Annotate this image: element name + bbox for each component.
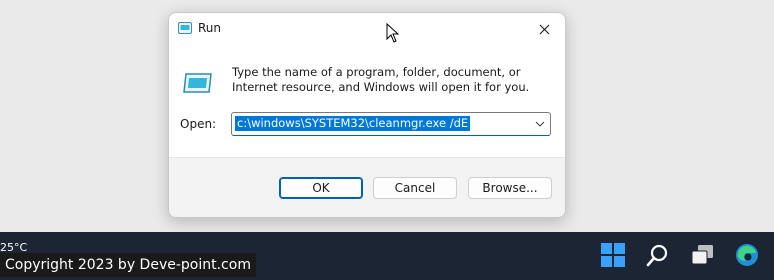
- cancel-button[interactable]: Cancel: [373, 177, 457, 199]
- open-label: Open:: [180, 117, 217, 131]
- open-input[interactable]: c:\windows\SYSTEM32\cleanmgr.exe /dE: [235, 116, 471, 131]
- task-view-icon[interactable]: [690, 242, 716, 268]
- mouse-cursor-icon: [386, 23, 400, 43]
- title-bar[interactable]: Run: [169, 13, 565, 45]
- open-combobox[interactable]: c:\windows\SYSTEM32\cleanmgr.exe /dE: [231, 112, 551, 136]
- close-icon: [539, 24, 549, 34]
- copyright-watermark: Copyright 2023 by Deve-point.com: [0, 253, 256, 277]
- button-area: OK Cancel Browse...: [169, 157, 565, 217]
- dialog-title: Run: [198, 21, 222, 35]
- run-dialog: Run Type the name of a program, folder, …: [168, 12, 566, 218]
- edge-browser-icon[interactable]: [734, 242, 760, 268]
- run-program-icon: [183, 73, 212, 93]
- chevron-down-icon[interactable]: [534, 118, 546, 130]
- dialog-description: Type the name of a program, folder, docu…: [232, 65, 530, 94]
- run-icon: [178, 22, 192, 34]
- search-icon[interactable]: [645, 242, 671, 268]
- windows-start-icon[interactable]: [600, 242, 626, 268]
- close-button[interactable]: [531, 17, 557, 41]
- browse-button[interactable]: Browse...: [468, 177, 552, 199]
- ok-button[interactable]: OK: [279, 177, 363, 199]
